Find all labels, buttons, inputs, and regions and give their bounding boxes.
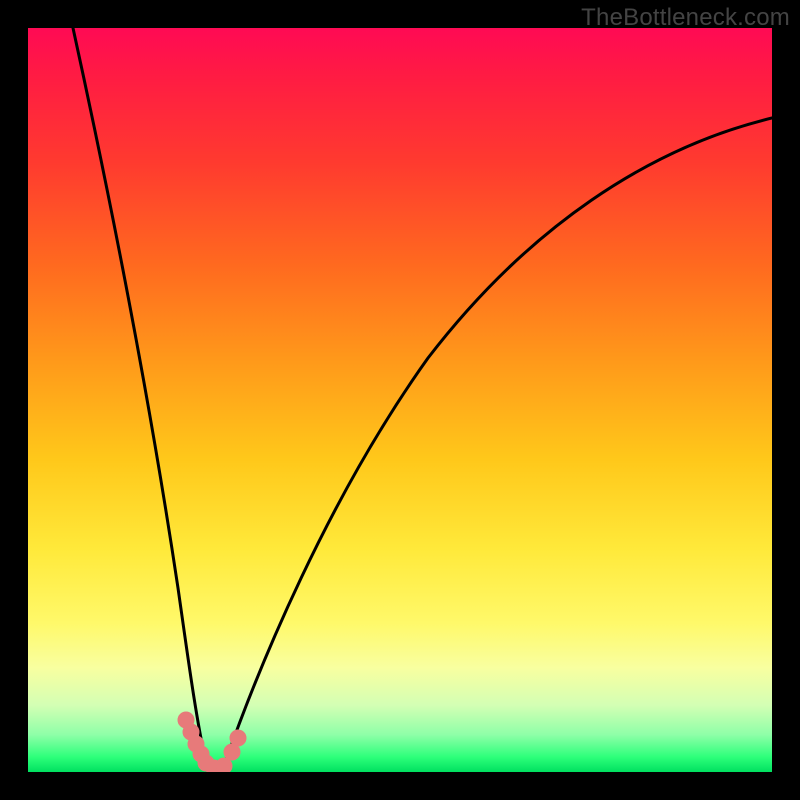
highlight-markers (178, 712, 246, 772)
curve-left-branch (73, 28, 206, 763)
plot-area (28, 28, 772, 772)
curve-right-branch (224, 118, 772, 766)
curve-layer (28, 28, 772, 772)
bottleneck-curve (73, 28, 772, 768)
chart-frame: TheBottleneck.com (0, 0, 800, 800)
watermark-text: TheBottleneck.com (581, 4, 790, 32)
